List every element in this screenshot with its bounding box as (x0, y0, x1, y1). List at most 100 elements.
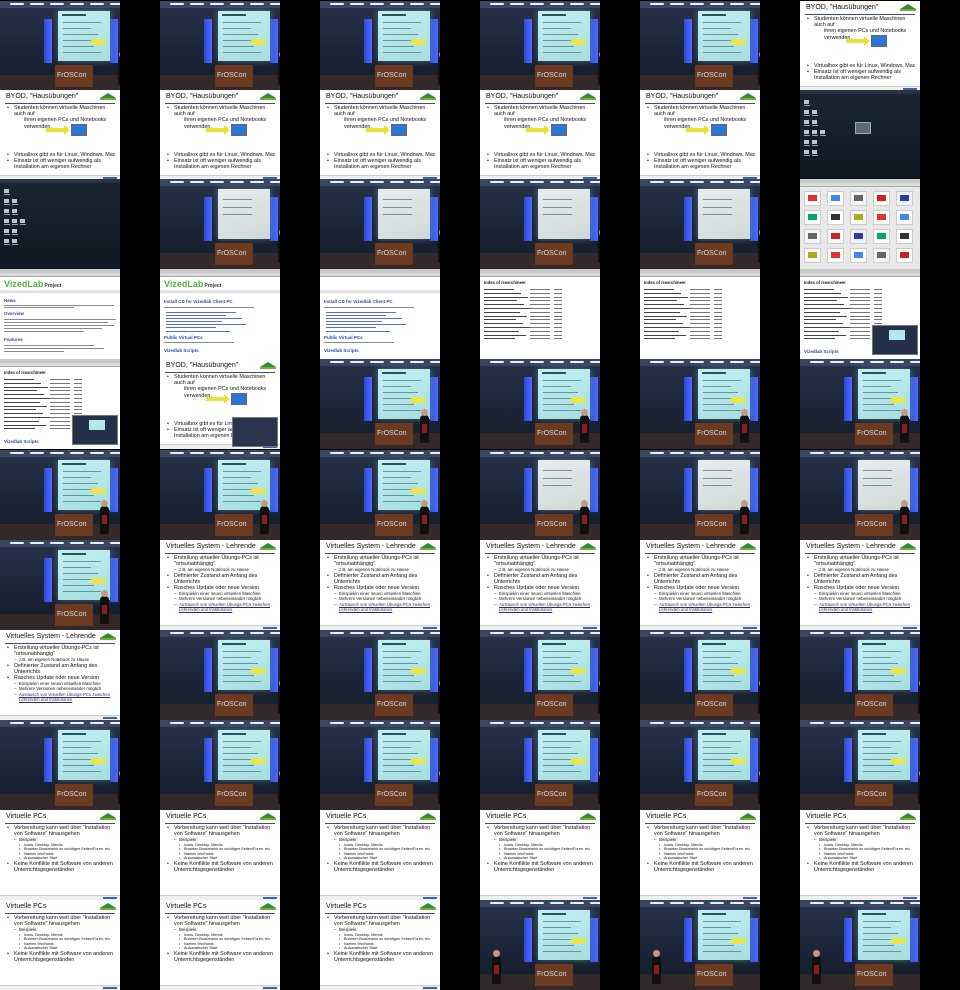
speed-dial-tile[interactable] (850, 210, 867, 225)
thumbnail-photo[interactable]: FrOSConFrOSCon (480, 359, 600, 449)
link-line[interactable] (326, 324, 406, 325)
thumbnail-photo[interactable]: FrOSConFrOSCon (640, 1, 760, 91)
file-name-link[interactable] (644, 308, 691, 309)
thumbnail-photo[interactable]: FrOSConFrOSCon (320, 630, 440, 720)
desktop-icon[interactable] (12, 239, 18, 245)
file-name-link[interactable] (644, 334, 686, 336)
thumbnail-photo-hall[interactable]: FrOSConFrOSCon (320, 179, 440, 269)
file-name-link[interactable] (644, 315, 687, 317)
thumbnail-photo[interactable]: FrOSConFrOSCon (0, 450, 120, 540)
speed-dial-tile[interactable] (804, 248, 821, 263)
desktop-icon[interactable] (4, 199, 10, 205)
thumbnail-photo-hall[interactable]: FrOSConFrOSCon (480, 179, 600, 269)
thumbnail-slide-lehr[interactable]: Virtuelles System - Lehrende Erstellung v… (320, 540, 440, 630)
desktop-icon[interactable] (12, 229, 18, 235)
desktop-icon[interactable] (812, 110, 818, 116)
file-name-link[interactable] (804, 308, 851, 309)
file-name-link[interactable] (4, 390, 37, 392)
thumbnail-slide-lehr[interactable]: Virtuelles System - Lehrende Erstellung v… (0, 630, 120, 720)
file-name-link[interactable] (4, 409, 36, 411)
thumbnail-desktop-win[interactable] (800, 90, 920, 180)
file-name-link[interactable] (484, 323, 523, 325)
desktop-icon[interactable] (20, 219, 26, 225)
speed-dial-tile[interactable] (896, 191, 913, 206)
link-line[interactable] (326, 321, 382, 322)
thumbnail-photo[interactable]: FrOSConFrOSCon (640, 900, 760, 990)
link-line[interactable] (166, 318, 242, 319)
thumbnail-slide-lehr[interactable]: Virtuelles System - Lehrende Erstellung v… (800, 540, 920, 630)
link-line[interactable] (326, 331, 390, 332)
file-name-link[interactable] (804, 319, 836, 321)
desktop-icon[interactable] (804, 100, 810, 106)
file-name-link[interactable] (804, 315, 847, 317)
thumbnail-photo[interactable]: FrOSConFrOSCon (480, 1, 600, 91)
file-name-link[interactable] (644, 323, 683, 325)
link-line[interactable] (166, 331, 230, 332)
file-name-link[interactable] (484, 334, 526, 336)
file-name-link[interactable] (4, 428, 35, 430)
thumbnail-browser-cd2[interactable]: Install CD for Vizedlab Client PC Public … (320, 269, 440, 359)
speed-dial-tile[interactable] (804, 191, 821, 206)
thumbnail-desktop[interactable] (0, 179, 120, 269)
thumbnail-photo[interactable]: FrOSConFrOSCon (0, 1, 120, 91)
file-name-link[interactable] (644, 289, 674, 290)
file-name-link[interactable] (484, 319, 516, 321)
thumbnail-photo-hall[interactable]: FrOSConFrOSCon (800, 450, 920, 540)
speed-dial-tile[interactable] (804, 210, 821, 225)
link-bullet[interactable]: Austausch von virtuellen Übungs-PCs zwis… (806, 602, 916, 612)
file-name-link[interactable] (644, 327, 690, 328)
desktop-icon[interactable] (812, 130, 818, 136)
speed-dial-tile[interactable] (896, 248, 913, 263)
desktop-icon[interactable] (812, 120, 818, 126)
thumbnail-photo[interactable]: FrOSConFrOSCon (0, 720, 120, 810)
file-name-link[interactable] (484, 311, 520, 313)
thumbnail-slide-byod[interactable]: BYOD, "Hausübungen" Studenten können virt… (0, 90, 120, 180)
thumbnail-photo[interactable]: FrOSConFrOSCon (0, 540, 120, 630)
file-name-link[interactable] (484, 330, 519, 332)
speed-dial-tile[interactable] (873, 210, 890, 225)
speed-dial-tile[interactable] (827, 210, 844, 225)
file-name-link[interactable] (804, 334, 846, 336)
file-name-link[interactable] (644, 319, 676, 321)
file-name-link[interactable] (4, 398, 51, 399)
file-name-link[interactable] (4, 382, 41, 384)
thumbnail-browser-home[interactable]: VizedLabProject News Overview Features (0, 269, 120, 359)
desktop-icon[interactable] (4, 209, 10, 215)
speed-dial-tile[interactable] (850, 248, 867, 263)
file-name-link[interactable] (4, 413, 43, 415)
thumbnail-browser-cd[interactable]: VizedLabProject Install CD for Vizedlab C… (160, 269, 280, 359)
thumbnail-photo-hall[interactable]: FrOSConFrOSCon (640, 179, 760, 269)
thumbnail-photo[interactable]: FrOSConFrOSCon (160, 720, 280, 810)
thumbnail-photo[interactable]: FrOSConFrOSCon (160, 450, 280, 540)
link-line[interactable] (166, 321, 222, 322)
desktop-icon[interactable] (4, 239, 10, 245)
desktop-icon[interactable] (12, 219, 18, 225)
file-name-link[interactable] (644, 330, 679, 332)
thumbnail-browser-index[interactable]: Index of /searchineer (640, 269, 760, 359)
file-name-link[interactable] (804, 330, 839, 332)
thumbnail-slide-vpc[interactable]: Virtuelle PCs Vorbereitung kann weit über… (160, 900, 280, 990)
thumbnail-photo[interactable]: FrOSConFrOSCon (320, 720, 440, 810)
thumbnail-slide-byod-cut[interactable]: BYOD, "Hausübungen" Studenten können virt… (800, 1, 920, 91)
thumbnail-photo[interactable]: FrOSConFrOSCon (800, 359, 920, 449)
link-line[interactable] (166, 312, 236, 313)
thumbnail-photo[interactable]: FrOSConFrOSCon (640, 720, 760, 810)
file-name-link[interactable] (804, 311, 840, 313)
thumbnail-photo-hall[interactable]: FrOSConFrOSCon (160, 179, 280, 269)
speed-dial-tile[interactable] (873, 248, 890, 263)
speed-dial-tile[interactable] (850, 229, 867, 244)
file-name-link[interactable] (484, 308, 531, 309)
file-name-link[interactable] (484, 292, 521, 294)
thumbnail-photo[interactable]: FrOSConFrOSCon (160, 630, 280, 720)
speed-dial-tile[interactable] (827, 229, 844, 244)
thumbnail-slide-lehr[interactable]: Virtuelles System - Lehrende Erstellung v… (160, 540, 280, 630)
speed-dial-tile[interactable] (827, 248, 844, 263)
desktop-icon[interactable] (4, 219, 10, 225)
file-name-link[interactable] (484, 315, 527, 317)
thumbnail-photo[interactable]: FrOSConFrOSCon (320, 359, 440, 449)
speed-dial-tile[interactable] (873, 229, 890, 244)
thumbnail-photo[interactable]: FrOSConFrOSCon (640, 359, 760, 449)
thumbnail-photo[interactable]: FrOSConFrOSCon (320, 1, 440, 91)
desktop-icon[interactable] (804, 130, 810, 136)
thumbnail-photo[interactable]: FrOSConFrOSCon (160, 1, 280, 91)
